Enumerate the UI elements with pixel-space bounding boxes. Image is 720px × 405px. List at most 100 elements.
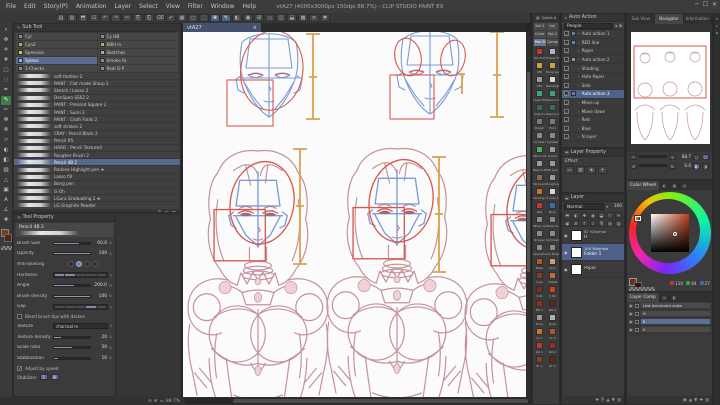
eye-icon[interactable]: ◉: [564, 267, 569, 272]
checkbox-checked[interactable]: ✓: [564, 39, 569, 46]
quick-access-set-button[interactable]: Color: [534, 31, 546, 38]
anti-aliasing-row[interactable]: Anti-aliasing: [14, 259, 115, 270]
brush-list-item[interactable]: Redone Highlight pen ★: [14, 166, 180, 174]
brush-list-item[interactable]: LG Graphite Powder: [14, 202, 180, 210]
layer-comp-footer-icon[interactable]: ▣: [683, 398, 687, 403]
auto-action-row[interactable]: ✓ › Paper: [562, 47, 624, 56]
stabilization-row[interactable]: Stabilization 10 ⇅: [14, 353, 115, 364]
sv-marker[interactable]: [673, 232, 677, 236]
layer-panel-icon[interactable]: ⎘: [598, 219, 605, 226]
menu-item[interactable]: Help: [242, 3, 256, 10]
command-icon[interactable]: ✂: [122, 14, 132, 22]
layer-panel-icon[interactable]: ▧: [615, 219, 623, 226]
expand-arrow-icon[interactable]: ›: [578, 91, 580, 96]
brush-list-item[interactable]: PAINT : Cloth Folds 2: [14, 116, 180, 124]
menu-item[interactable]: Edit: [24, 3, 36, 10]
navigator-preview[interactable]: [627, 24, 712, 152]
brush-list-item[interactable]: Sketch / Loose 2: [14, 87, 180, 95]
texture-row[interactable]: Texture charcoal m ▾: [14, 321, 115, 332]
quick-access-item[interactable]: BG 2: [546, 299, 559, 313]
quick-access-item[interactable]: Br 2: [546, 355, 559, 369]
auto-action-row[interactable]: ✓ › Red: [562, 116, 624, 125]
brush-list-item[interactable]: Bong pen: [14, 180, 180, 188]
quick-access-item[interactable]: Rough pen: [546, 173, 559, 187]
command-icon[interactable]: ↷: [111, 14, 121, 22]
eye-icon[interactable]: ◉: [564, 250, 569, 255]
expand-arrow-icon[interactable]: ›: [578, 31, 580, 36]
checkbox-checked[interactable]: ✓: [564, 57, 569, 63]
quick-access-item[interactable]: Venting v: [533, 187, 546, 201]
auto-action-row[interactable]: ✓ › Move up: [562, 99, 624, 108]
expand-arrow-icon[interactable]: ›: [578, 66, 580, 71]
expand-arrow-icon[interactable]: ›: [578, 40, 580, 45]
scale-ratio-row[interactable]: Scale ratio 50 ⇅: [14, 342, 115, 353]
window-control-button[interactable]: ☐: [703, 1, 708, 8]
canvas-tab[interactable]: vtA27 ×: [183, 23, 261, 32]
quick-access-item[interactable]: Red: [533, 201, 546, 215]
quick-access-item[interactable]: Cymbal: [546, 131, 559, 145]
layer-comp-row[interactable]: ▣ H: [627, 310, 712, 318]
quick-access-item[interactable]: Or 2: [546, 327, 559, 341]
auto-action-row[interactable]: ✓ › RED line: [562, 39, 624, 48]
quick-access-item[interactable]: Real G-Pe: [533, 159, 546, 173]
brush-list-item[interactable]: Pencil 4B 2: [14, 159, 180, 167]
tool-icon[interactable]: ◧: [1, 156, 11, 165]
command-icon[interactable]: ⬒: [78, 14, 88, 22]
brush-list-item[interactable]: Rougher Brush 2: [14, 152, 180, 160]
brush-list-item[interactable]: PAINT : Flat made Sharp 2: [14, 80, 180, 88]
quick-access-item[interactable]: Line: [533, 271, 546, 285]
layer-panel-icon[interactable]: ⬓: [598, 211, 605, 218]
sub-tool-preset[interactable]: Cyn2: [16, 41, 97, 48]
zoom-out-icon[interactable]: ⊖: [148, 399, 152, 404]
quick-access-item[interactable]: N layer: [533, 229, 546, 243]
sub-tool-preset[interactable]: Sketches: [97, 49, 178, 56]
tool-icon[interactable]: ❆: [1, 116, 11, 125]
texture-density-row[interactable]: Texture density 20 ⇅: [14, 332, 115, 343]
canvas-vertical-scrollbar[interactable]: [526, 32, 531, 397]
quick-access-item[interactable]: V liner 1: [546, 187, 559, 201]
brush-list-item[interactable]: Pencil R5: [14, 137, 180, 145]
quick-access-item[interactable]: Rd 1: [533, 341, 546, 355]
layer-panel-icon[interactable]: ▢: [606, 211, 614, 218]
effect-icon[interactable]: ◈: [587, 166, 596, 174]
layer-comp-footer-icon[interactable]: ▧: [705, 398, 709, 403]
quick-access-item[interactable]: Move dn: [546, 215, 559, 229]
quick-access-item[interactable]: Guts Cv: [533, 103, 546, 117]
layer-panel-icon[interactable]: ↓: [589, 219, 597, 226]
quick-access-item[interactable]: Pencil 4b: [533, 145, 546, 159]
window-control-button[interactable]: ✕: [712, 1, 717, 8]
blend-mode-dropdown[interactable]: Normal: [564, 203, 605, 210]
rotate-slider[interactable]: [639, 164, 667, 167]
blend-tip-checkbox-row[interactable]: Blend brush tips with darken: [14, 312, 115, 321]
zoom-slider[interactable]: [639, 155, 667, 158]
tool-icon[interactable]: ❉: [1, 126, 11, 135]
chevron-down-icon[interactable]: ▾: [615, 24, 617, 28]
scrollbar-thumb[interactable]: [233, 399, 528, 403]
saturation-value-square[interactable]: [651, 214, 689, 252]
canvas-viewport[interactable]: [183, 32, 526, 397]
aa-middle[interactable]: [83, 261, 90, 268]
command-icon[interactable]: ↶: [100, 14, 110, 22]
layer-panel-icon[interactable]: ▣: [564, 219, 571, 226]
layer-comp-row[interactable]: ▣ 0: [627, 318, 712, 326]
brush-list-item[interactable]: soft strokes 2: [14, 123, 180, 131]
quick-access-item[interactable]: Skin: [546, 257, 559, 271]
brush-list-item[interactable]: soft feather 2: [14, 73, 180, 81]
command-icon[interactable]: ▩: [298, 14, 308, 22]
close-icon[interactable]: ×: [253, 25, 257, 31]
command-icon[interactable]: ✚: [210, 14, 220, 22]
tool-icon[interactable]: ◌: [1, 76, 11, 85]
tool-icon[interactable]: △: [1, 176, 11, 185]
checkbox[interactable]: [634, 319, 639, 324]
zoom-in-icon[interactable]: +: [669, 153, 676, 160]
background-color-swatch[interactable]: [3, 234, 12, 242]
quick-access-item[interactable]: Resource: [546, 103, 559, 117]
quick-access-set-button[interactable]: Compan: [546, 39, 558, 46]
sub-tool-preset[interactable]: KBIII m: [97, 41, 178, 48]
quick-access-item[interactable]: Base: [533, 257, 546, 271]
layer-comp-row[interactable]: ▣ Last document state: [627, 302, 712, 310]
quick-access-item[interactable]: Move up: [533, 215, 546, 229]
stabilizer-row[interactable]: Stabilizer 7 8: [14, 373, 115, 382]
panel-tab-icon[interactable]: ▤: [658, 293, 669, 302]
effect-icon[interactable]: ▭: [565, 166, 574, 174]
